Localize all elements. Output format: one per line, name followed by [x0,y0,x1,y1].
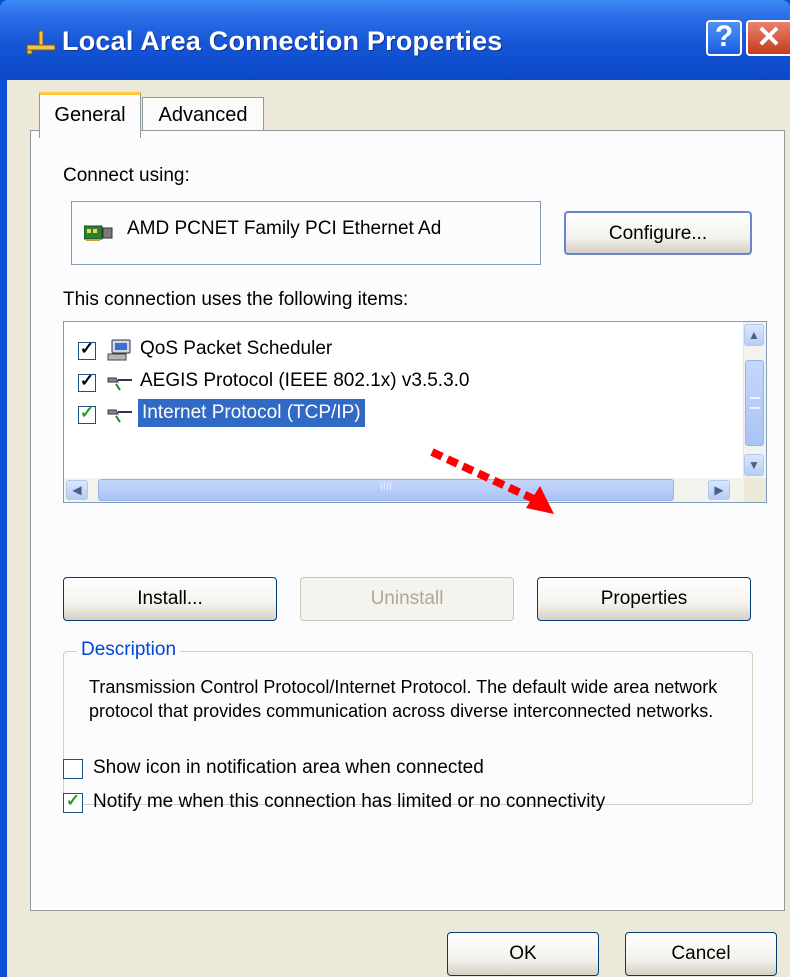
scroll-down-button[interactable]: ▼ [744,454,764,476]
scroll-left-button[interactable]: ◀ [66,480,88,500]
item-checkbox[interactable]: ✓ [78,403,96,424]
components-list[interactable]: ✓ QoS Packet Scheduler ✓ AEGIS Protocol … [63,321,767,503]
title-bar[interactable]: Local Area Connection Properties ? ✕ [0,0,790,80]
chevron-left-icon: ◀ [72,483,82,497]
close-icon: ✕ [756,21,782,54]
qos-scheduler-icon [107,339,131,361]
cancel-button-label: Cancel [671,943,731,964]
chevron-right-icon: ▶ [714,483,724,497]
item-checkbox[interactable]: ✓ [78,339,96,360]
dialog-client-area: General Advanced Connect using: AMD PCNE… [7,80,790,977]
cancel-button[interactable]: Cancel [625,932,777,976]
question-mark-icon: ? [714,20,734,53]
grip-icon: IIII [379,481,393,493]
description-title: Description [77,639,181,661]
check-mark-icon: ✓ [79,339,95,358]
general-tab-panel: Connect using: AMD PCNET Family PCI Ethe… [30,130,785,911]
install-button[interactable]: Install... [63,577,277,621]
item-checkbox[interactable]: ✓ [78,371,96,392]
notify-checkbox[interactable]: ✓ [63,791,83,813]
show-icon-label: Show icon in notification area when conn… [93,757,484,778]
check-mark-icon: ✓ [65,791,81,810]
configure-button[interactable]: Configure... [564,211,752,255]
uninstall-button-label: Uninstall [370,588,444,609]
adapter-name: AMD PCNET Family PCI Ethernet Ad [127,218,442,239]
horizontal-scroll-thumb[interactable]: IIII [98,479,674,501]
item-label: QoS Packet Scheduler [140,338,333,359]
network-connection-icon [26,30,56,55]
chevron-down-icon: ▼ [748,458,760,472]
properties-window: Local Area Connection Properties ? ✕ Gen… [0,0,790,977]
notify-label: Notify me when this connection has limit… [93,791,606,812]
scroll-right-button[interactable]: ▶ [708,480,730,500]
properties-button-label: Properties [600,588,688,609]
show-icon-checkbox[interactable] [63,759,83,779]
check-mark-icon: ✓ [79,371,95,390]
install-button-label: Install... [137,588,203,609]
network-adapter-icon [84,225,113,241]
window-title: Local Area Connection Properties [62,26,503,56]
item-label: AEGIS Protocol (IEEE 802.1x) v3.5.3.0 [140,370,470,391]
adapter-field: AMD PCNET Family PCI Ethernet Ad [71,201,541,265]
ok-button-label: OK [509,943,537,964]
grip-icon [750,397,760,409]
properties-button[interactable]: Properties [537,577,751,621]
description-text: Transmission Control Protocol/Internet P… [89,677,718,721]
scroll-up-button[interactable]: ▲ [744,324,764,346]
items-label: This connection uses the following items… [63,289,409,310]
tab-general-label: General [54,104,126,126]
help-button[interactable]: ? [706,20,742,56]
network-protocol-icon [107,377,132,391]
horizontal-scrollbar[interactable]: ◀ IIII ▶ [64,478,746,502]
close-button[interactable]: ✕ [746,20,790,56]
scrollbar-corner [744,478,766,502]
item-label: Internet Protocol (TCP/IP) [138,399,365,427]
vertical-scroll-thumb[interactable] [745,360,764,446]
network-protocol-icon [107,409,132,423]
check-mark-icon: ✓ [79,403,95,422]
tab-advanced-label: Advanced [158,104,248,126]
connect-using-label: Connect using: [63,165,190,186]
chevron-up-icon: ▲ [748,328,760,342]
ok-button[interactable]: OK [447,932,599,976]
tab-advanced[interactable]: Advanced [142,97,264,133]
vertical-scrollbar[interactable]: ▲ ▼ [743,322,766,478]
uninstall-button[interactable]: Uninstall [300,577,514,621]
tab-general[interactable]: General [39,92,141,138]
configure-button-label: Configure... [608,223,708,244]
